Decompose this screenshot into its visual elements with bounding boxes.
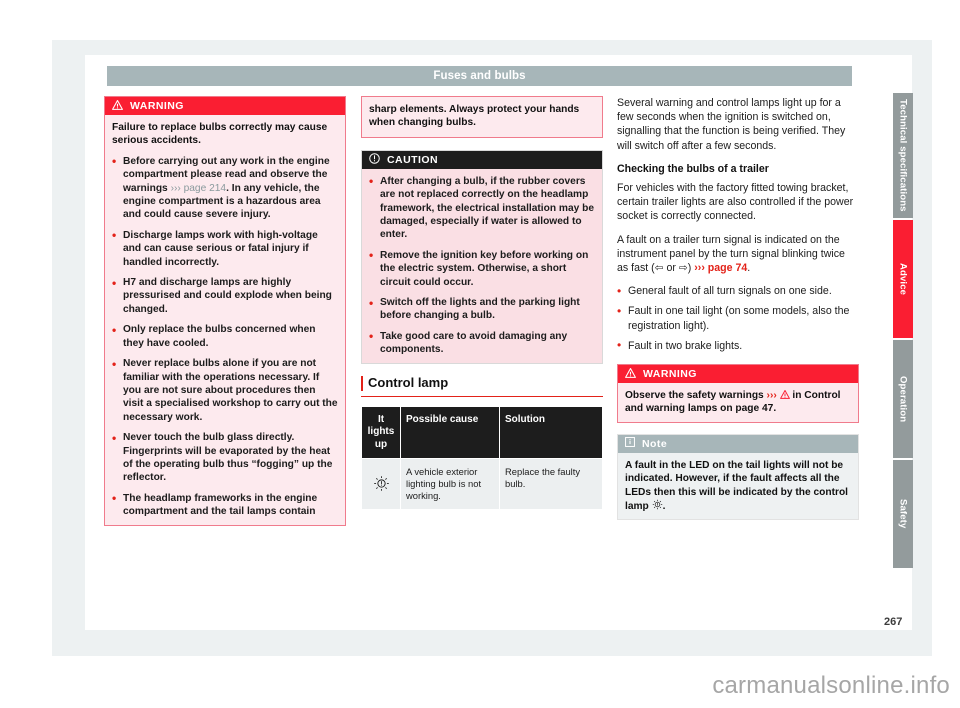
intro-paragraph: Several warning and control lamps light … [617, 97, 846, 152]
site-watermark: carmanualsonline.info [712, 672, 950, 699]
bulb-failure-lamp-icon [362, 459, 400, 510]
xref-arrows: ››› [694, 262, 705, 275]
warning-bullet-1: Before carrying out any work in the engi… [112, 154, 338, 222]
section-heading-text: Control lamp [368, 374, 449, 390]
info-note-icon [625, 437, 635, 450]
table-header-it-lights-up: It lights up [362, 406, 400, 459]
xref-page-74[interactable]: page 74 [705, 262, 747, 274]
table-header-possible-cause: Possible cause [401, 406, 499, 459]
caution-box-body: After changing a bulb, if the rubber cov… [362, 169, 602, 363]
warning-triangle-icon [112, 99, 123, 113]
caution-bullet-3: Switch off the lights and the parking li… [369, 296, 595, 323]
trailer-paragraph-2: A fault on a trailer turn signal is indi… [617, 233, 859, 276]
table-header-solution: Solution [500, 406, 602, 459]
warning-bullet-2: Discharge lamps work with high-voltage a… [112, 228, 338, 269]
warning-triangle-icon [625, 367, 636, 381]
xref-arrows: ››› [170, 182, 181, 194]
warning-box-header: WARNING [105, 97, 345, 115]
caution-box-header: CAUTION [362, 150, 602, 169]
section-heading-control-lamp: Control lamp [361, 375, 603, 397]
warning-safety-text: Observe the safety warnings ››› in Contr… [625, 389, 851, 416]
column-3: Several warning and control lamps light … [617, 96, 859, 531]
note-text-after: . [662, 501, 666, 513]
running-header: Fuses and bulbs [107, 66, 852, 86]
warning-safety-before: Observe the safety warnings [625, 390, 767, 402]
fault-bullet-2: Fault in one tail light (on some models,… [617, 304, 859, 332]
control-lamp-table: It lights up Possible cause Solution A v… [361, 406, 603, 511]
tab-technical-specifications[interactable]: Technical specifications [893, 93, 913, 218]
warning-box-safety-body: Observe the safety warnings ››› in Contr… [618, 383, 858, 422]
fault-bullet-3: Fault in two brake lights. [617, 338, 859, 353]
running-header-title: Fuses and bulbs [433, 70, 526, 82]
table-row: A vehicle exterior lighting bulb is not … [362, 459, 602, 510]
warning-bullet-4: Only replace the bulbs concerned when th… [112, 323, 338, 350]
note-box: Note A fault in the LED on the tail ligh… [617, 433, 859, 521]
warning-box-title: WARNING [130, 100, 184, 112]
page-number: 267 [884, 616, 903, 628]
inline-bulb-failure-lamp-icon [652, 499, 663, 512]
heading-checking-trailer-bulbs: Checking the bulbs of a trailer [617, 162, 769, 175]
caution-bullet-4: Take good care to avoid damaging any com… [369, 329, 595, 357]
warning-box-safety: WARNING Observe the safety warnings ››› … [617, 364, 859, 423]
caution-bullet-1: After changing a bulb, if the rubber cov… [369, 174, 595, 242]
warning-bullet-7: The headlamp frameworks in the engine co… [112, 491, 338, 519]
caution-box: CAUTION After changing a bulb, if the ru… [361, 149, 603, 364]
table-cell-solution: Replace the faulty bulb. [500, 459, 602, 510]
table-header-row: It lights up Possible cause Solution [362, 406, 602, 459]
warning-intro: Failure to replace bulbs correctly may c… [112, 122, 328, 147]
caution-bullet-2: Remove the ignition key before working o… [369, 248, 595, 289]
note-box-body: A fault in the LED on the tail lights wi… [618, 453, 858, 520]
tab-safety[interactable]: Safety [893, 460, 913, 568]
caution-box-title: CAUTION [387, 153, 438, 166]
warning-bullet-5: Never replace bulbs alone if you are not… [112, 357, 338, 424]
turn-signal-left-icon: ⇦ [654, 262, 664, 275]
trailer-paragraph-1: For vehicles with the factory fitted tow… [617, 182, 854, 223]
column-1: WARNING Failure to replace bulbs correct… [104, 96, 346, 537]
trailer-p2-or: or [663, 262, 679, 275]
xref-arrows: ››› [766, 390, 777, 402]
note-text: A fault in the LED on the tail lights wi… [625, 459, 851, 514]
warning-box-body: Failure to replace bulbs correctly may c… [105, 115, 345, 525]
section-tabs: Technical specifications Advice Operatio… [893, 93, 913, 570]
warning-box-safety-header: WARNING [618, 365, 858, 384]
turn-signal-right-icon: ⇨ [678, 262, 688, 275]
note-box-header: Note [618, 434, 858, 453]
warning-bullet-6: Never touch the bulb glass directly. Fin… [112, 431, 338, 485]
xref-page-214[interactable]: page 214 [181, 183, 227, 194]
inline-warning-triangle-icon [779, 390, 790, 401]
trailer-p2-after: . [747, 262, 751, 275]
fault-bullet-1: General fault of all turn signals on one… [617, 284, 859, 298]
table-cell-cause: A vehicle exterior lighting bulb is not … [401, 459, 499, 510]
column-2: sharp elements. Always protect your hand… [361, 96, 603, 510]
manual-page-root: Fuses and bulbs WARNING Failure to repla… [0, 0, 960, 708]
warning-bullet-3: H7 and discharge lamps are highly pressu… [112, 276, 338, 316]
tab-operation[interactable]: Operation [893, 340, 913, 458]
caution-exclamation-icon [369, 153, 380, 167]
warning-box-safety-title: WARNING [643, 368, 697, 381]
tab-advice[interactable]: Advice [893, 220, 913, 338]
warning-box-continued: sharp elements. Always protect your hand… [361, 96, 603, 138]
note-box-title: Note [642, 437, 668, 450]
warning-box-bulbs: WARNING Failure to replace bulbs correct… [104, 96, 346, 526]
